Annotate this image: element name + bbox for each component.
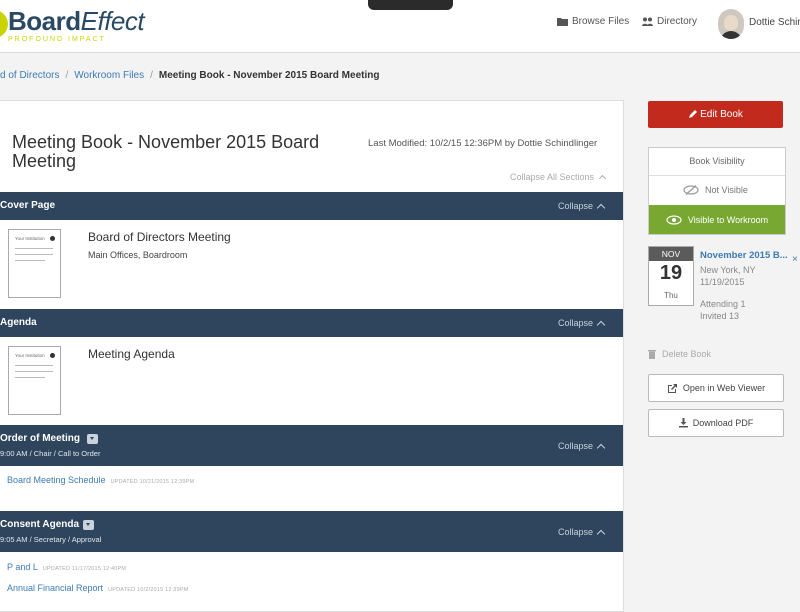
book-visibility-label: Book Visibility xyxy=(689,156,745,166)
breadcrumb-separator: / xyxy=(150,70,153,81)
event-calendar-badge[interactable]: NOV 19 Thu xyxy=(648,246,694,306)
event-month: NOV xyxy=(649,247,693,261)
cover-page-item-subtitle: Main Offices, Boardroom xyxy=(88,250,188,260)
edit-book-button[interactable]: Edit Book xyxy=(648,101,783,128)
event-title-link[interactable]: November 2015 B... xyxy=(700,250,788,261)
agenda-item-title[interactable]: Meeting Agenda xyxy=(88,347,175,361)
document-link[interactable]: Board Meeting Schedule UPDATED 10/21/2015… xyxy=(7,475,194,485)
directory-label: Directory xyxy=(657,16,698,27)
edit-book-label: Edit Book xyxy=(700,109,743,120)
user-avatar[interactable] xyxy=(718,9,744,39)
section-header-consent-agenda[interactable]: Consent Agenda 9:05 AM / Secretary / App… xyxy=(0,511,623,552)
boardeffect-logo[interactable]: BoardEffect PROFOUND IMPACT xyxy=(0,6,145,46)
user-name[interactable]: Dottie Schin xyxy=(749,17,800,28)
breadcrumb: d of Directors / Workroom Files / Meetin… xyxy=(0,70,379,81)
thumbnail-label: Your Institution xyxy=(15,353,45,358)
visible-to-workroom-option[interactable]: Visible to Workroom xyxy=(649,205,785,234)
event-weekday: Thu xyxy=(664,291,678,300)
document-link[interactable]: P and L UPDATED 11/17/2015 12:40PM xyxy=(7,562,126,572)
not-visible-option[interactable]: Not Visible xyxy=(683,185,748,195)
section-collapse-button[interactable]: Collapse xyxy=(558,201,593,211)
section-title: Cover Page xyxy=(0,200,56,211)
book-visibility-panel: Book Visibility Not Visible Visible to W… xyxy=(648,147,786,235)
breadcrumb-workroom-files[interactable]: Workroom Files xyxy=(74,70,144,81)
external-link-icon xyxy=(667,383,677,393)
logo-tagline: PROFOUND IMPACT xyxy=(8,36,106,43)
breadcrumb-current: Meeting Book - November 2015 Board Meeti… xyxy=(158,70,380,81)
page-title: Meeting Book - November 2015 Board Meeti… xyxy=(12,132,320,171)
thumbnail-label: Your Institution xyxy=(15,236,45,241)
event-location: New York, NY xyxy=(700,265,756,275)
section-subtitle: 9:00 AM / Chair / Call to Order xyxy=(0,449,101,458)
visible-to-workroom-label: Visible to Workroom xyxy=(687,214,769,225)
event-invited: Invited 13 xyxy=(700,311,740,321)
chevron-up-icon[interactable] xyxy=(596,443,606,453)
section-title: Consent Agenda xyxy=(0,519,80,530)
trash-icon xyxy=(648,350,656,359)
browse-files-link[interactable]: Browse Files xyxy=(557,16,629,27)
camera-notch xyxy=(368,0,453,10)
directory-link[interactable]: Directory xyxy=(642,16,697,27)
meeting-book-panel: Meeting Book - November 2015 Board Meeti… xyxy=(0,100,624,612)
not-visible-label: Not Visible xyxy=(705,185,748,195)
section-collapse-button[interactable]: Collapse xyxy=(558,441,593,451)
pencil-icon xyxy=(689,110,698,118)
section-title: Agenda xyxy=(0,317,37,328)
logo-name-italic: Effect xyxy=(80,6,145,36)
download-pdf-button[interactable]: Download PDF xyxy=(648,409,784,437)
cover-page-item-title[interactable]: Board of Directors Meeting xyxy=(88,230,231,244)
chevron-up-icon[interactable] xyxy=(596,320,606,330)
top-bar: BoardEffect PROFOUND IMPACT Browse Files… xyxy=(0,0,800,53)
browse-files-label: Browse Files xyxy=(572,16,630,27)
open-web-viewer-button[interactable]: Open in Web Viewer xyxy=(648,374,784,402)
document-link[interactable]: Annual Financial Report UPDATED 10/2/2015… xyxy=(7,583,188,593)
document-name[interactable]: Board Meeting Schedule xyxy=(7,475,106,485)
section-header-agenda[interactable]: Agenda Collapse xyxy=(0,309,623,337)
logo-mark-icon xyxy=(0,10,8,38)
section-collapse-button[interactable]: Collapse xyxy=(558,527,593,537)
delete-book-label: Delete Book xyxy=(662,349,712,359)
download-icon xyxy=(678,418,688,428)
document-updated: UPDATED 10/21/2015 12:39PM xyxy=(110,479,195,485)
agenda-thumbnail[interactable]: Your Institution xyxy=(8,346,61,415)
section-collapse-button[interactable]: Collapse xyxy=(558,318,593,328)
document-name[interactable]: Annual Financial Report xyxy=(7,583,103,593)
chevron-up-icon xyxy=(598,174,606,183)
breadcrumb-separator: / xyxy=(65,70,69,81)
users-icon xyxy=(642,17,653,26)
last-modified: Last Modified: 10/2/15 12:36PM by Dottie… xyxy=(368,138,598,149)
eye-slash-icon xyxy=(683,185,699,195)
chevron-up-icon[interactable] xyxy=(596,203,606,213)
event-day: 19 xyxy=(659,262,683,284)
folder-icon xyxy=(557,18,568,26)
collapse-all-label: Collapse All Sections xyxy=(510,172,595,182)
chevron-up-icon[interactable] xyxy=(596,529,606,539)
event-attending: Attending 1 xyxy=(700,299,746,309)
open-web-viewer-label: Open in Web Viewer xyxy=(682,383,766,393)
logo-name-bold: Board xyxy=(8,6,81,36)
download-pdf-label: Download PDF xyxy=(692,418,754,428)
dropdown-toggle-icon[interactable] xyxy=(83,520,94,530)
dropdown-toggle-icon[interactable] xyxy=(87,434,98,444)
delete-book-button[interactable]: Delete Book xyxy=(648,349,711,359)
eye-icon xyxy=(666,214,682,225)
section-subtitle: 9:05 AM / Secretary / Approval xyxy=(0,535,102,544)
event-close-icon[interactable]: × xyxy=(792,254,798,265)
breadcrumb-board-of-directors[interactable]: d of Directors xyxy=(0,70,59,81)
section-title: Order of Meeting xyxy=(0,433,81,444)
institution-dot-icon xyxy=(50,236,55,241)
collapse-all-sections-button[interactable]: Collapse All Sections xyxy=(510,172,606,183)
section-header-order-of-meeting[interactable]: Order of Meeting 9:00 AM / Chair / Call … xyxy=(0,425,623,466)
document-updated: UPDATED 11/17/2015 12:40PM xyxy=(42,566,127,572)
document-updated: UPDATED 10/2/2015 12:39PM xyxy=(108,587,189,593)
section-header-cover-page[interactable]: Cover Page Collapse xyxy=(0,192,623,220)
cover-page-thumbnail[interactable]: Your Institution xyxy=(8,229,61,298)
event-date: 11/19/2015 xyxy=(700,277,745,287)
document-name[interactable]: P and L xyxy=(7,562,38,572)
institution-dot-icon xyxy=(50,353,55,358)
